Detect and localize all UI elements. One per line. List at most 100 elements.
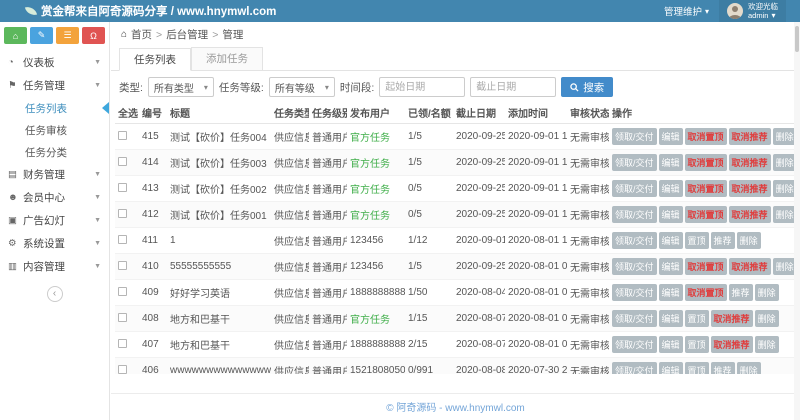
action-edit-button[interactable]: 编辑: [658, 180, 683, 197]
page-scrollbar[interactable]: [794, 22, 800, 420]
action-top-button[interactable]: 取消置顶: [684, 154, 727, 171]
tab-add-task[interactable]: 添加任务: [191, 47, 263, 70]
search-button[interactable]: 搜索: [561, 77, 614, 97]
action-top-button[interactable]: 取消置顶: [684, 284, 727, 301]
sidebar-subitem[interactable]: 任务列表: [0, 97, 109, 119]
sidebar-item[interactable]: ☻ 会员中心 ▼: [0, 186, 109, 209]
action-recommend-button[interactable]: 取消推荐: [728, 206, 771, 223]
action-edit-button[interactable]: 编辑: [658, 362, 683, 374]
row-checkbox[interactable]: [118, 260, 127, 270]
action-edit-button[interactable]: 编辑: [658, 284, 683, 301]
sidebar-item[interactable]: ▣ 广告幻灯 ▼: [0, 209, 109, 232]
action-edit-button[interactable]: 编辑: [658, 128, 683, 145]
bell-quick-button[interactable]: Ω: [82, 27, 105, 44]
action-top-button[interactable]: 置顶: [684, 362, 709, 374]
action-delete-button[interactable]: 删除: [772, 206, 797, 223]
action-claim-button[interactable]: 领取/交付: [612, 154, 657, 171]
end-date-input[interactable]: [470, 77, 557, 97]
action-claim-button[interactable]: 领取/交付: [612, 362, 657, 374]
sidebar-item-label: 财务管理: [23, 169, 65, 181]
action-claim-button[interactable]: 领取/交付: [612, 180, 657, 197]
column-header: 编号: [139, 102, 167, 124]
action-claim-button[interactable]: 领取/交付: [612, 206, 657, 223]
row-checkbox[interactable]: [118, 338, 127, 348]
scrollbar-thumb[interactable]: [795, 26, 799, 52]
sidebar-item[interactable]: ▥ 内容管理 ▼: [0, 255, 109, 278]
action-top-button[interactable]: 取消置顶: [684, 258, 727, 275]
action-delete-button[interactable]: 删除: [772, 128, 797, 145]
sidebar-collapse-button[interactable]: ‹: [46, 286, 63, 302]
row-checkbox[interactable]: [118, 286, 127, 296]
sidebar-subitem[interactable]: 任务分类: [0, 141, 109, 163]
task-created: 2020-08-01 02:07: [505, 279, 567, 306]
action-edit-button[interactable]: 编辑: [658, 258, 683, 275]
action-delete-button[interactable]: 删除: [754, 310, 779, 327]
row-checkbox[interactable]: [118, 130, 127, 140]
start-date-input[interactable]: [379, 77, 466, 97]
breadcrumb-level1[interactable]: 后台管理: [166, 27, 208, 42]
sidebar-item[interactable]: ⚙ 系统设置 ▼: [0, 232, 109, 255]
action-recommend-button[interactable]: 取消推荐: [728, 180, 771, 197]
action-edit-button[interactable]: 编辑: [658, 336, 683, 353]
row-checkbox[interactable]: [118, 364, 127, 374]
menu-icon: ☰: [63, 30, 72, 40]
sidebar-item[interactable]: ⚑ 任务管理 ▼: [0, 74, 109, 97]
home-quick-button[interactable]: ⌂: [4, 27, 27, 44]
action-recommend-button[interactable]: 取消推荐: [710, 336, 753, 353]
row-checkbox[interactable]: [118, 234, 127, 244]
action-recommend-button[interactable]: 取消推荐: [728, 128, 771, 145]
action-top-button[interactable]: 取消置顶: [684, 128, 727, 145]
action-recommend-button[interactable]: 推荐: [710, 232, 735, 249]
tab-task-list[interactable]: 任务列表: [119, 48, 191, 71]
type-select[interactable]: 所有类型 ▾: [147, 77, 214, 97]
action-delete-button[interactable]: 删除: [754, 284, 779, 301]
row-checkbox[interactable]: [118, 312, 127, 322]
menu-quick-button[interactable]: ☰: [56, 27, 79, 44]
task-quota: 2/15: [405, 331, 453, 358]
action-edit-button[interactable]: 编辑: [658, 154, 683, 171]
period-filter-label: 时间段:: [339, 81, 375, 94]
action-delete-button[interactable]: 删除: [754, 336, 779, 353]
action-claim-button[interactable]: 领取/交付: [612, 310, 657, 327]
maintain-menu[interactable]: 管理维护 ▾: [664, 4, 709, 19]
action-top-button[interactable]: 置顶: [684, 310, 709, 327]
action-recommend-button[interactable]: 取消推荐: [710, 310, 753, 327]
action-recommend-button[interactable]: 推荐: [728, 284, 753, 301]
action-claim-button[interactable]: 领取/交付: [612, 128, 657, 145]
action-edit-button[interactable]: 编辑: [658, 206, 683, 223]
type-filter-label: 类型:: [119, 81, 143, 94]
action-top-button[interactable]: 取消置顶: [684, 180, 727, 197]
task-id: 411: [139, 227, 167, 254]
action-top-button[interactable]: 置顶: [684, 336, 709, 353]
pencil-quick-button[interactable]: ✎: [30, 27, 53, 44]
action-recommend-button[interactable]: 取消推荐: [728, 154, 771, 171]
action-delete-button[interactable]: 删除: [736, 362, 761, 374]
user-menu[interactable]: 欢迎光临 admin ▾: [719, 0, 786, 22]
quick-buttons: ⌂ ✎ ☰ Ω: [0, 22, 109, 49]
sidebar-item[interactable]: ▤ 财务管理 ▼: [0, 163, 109, 186]
action-claim-button[interactable]: 领取/交付: [612, 284, 657, 301]
action-top-button[interactable]: 取消置顶: [684, 206, 727, 223]
footer-text[interactable]: © 阿奇源码 - www.hnymwl.com: [386, 403, 525, 414]
level-select[interactable]: 所有等级 ▾: [268, 77, 335, 97]
action-recommend-button[interactable]: 推荐: [710, 362, 735, 374]
action-claim-button[interactable]: 领取/交付: [612, 258, 657, 275]
action-delete-button[interactable]: 删除: [736, 232, 761, 249]
action-top-button[interactable]: 置顶: [684, 232, 709, 249]
sidebar-subitem[interactable]: 任务审核: [0, 119, 109, 141]
action-edit-button[interactable]: 编辑: [658, 232, 683, 249]
sidebar-item[interactable]: ◔ 仪表板 ▼: [0, 51, 109, 74]
action-delete-button[interactable]: 删除: [772, 154, 797, 171]
brand[interactable]: 赏金帮来自阿奇源码分享 / www.hnymwl.com: [24, 3, 276, 19]
task-publisher: 123456: [347, 227, 405, 254]
action-delete-button[interactable]: 删除: [772, 180, 797, 197]
action-edit-button[interactable]: 编辑: [658, 310, 683, 327]
action-claim-button[interactable]: 领取/交付: [612, 336, 657, 353]
row-checkbox[interactable]: [118, 208, 127, 218]
action-delete-button[interactable]: 删除: [772, 258, 797, 275]
breadcrumb-home[interactable]: 首页: [131, 27, 152, 42]
action-claim-button[interactable]: 领取/交付: [612, 232, 657, 249]
row-checkbox[interactable]: [118, 182, 127, 192]
row-checkbox[interactable]: [118, 156, 127, 166]
action-recommend-button[interactable]: 取消推荐: [728, 258, 771, 275]
